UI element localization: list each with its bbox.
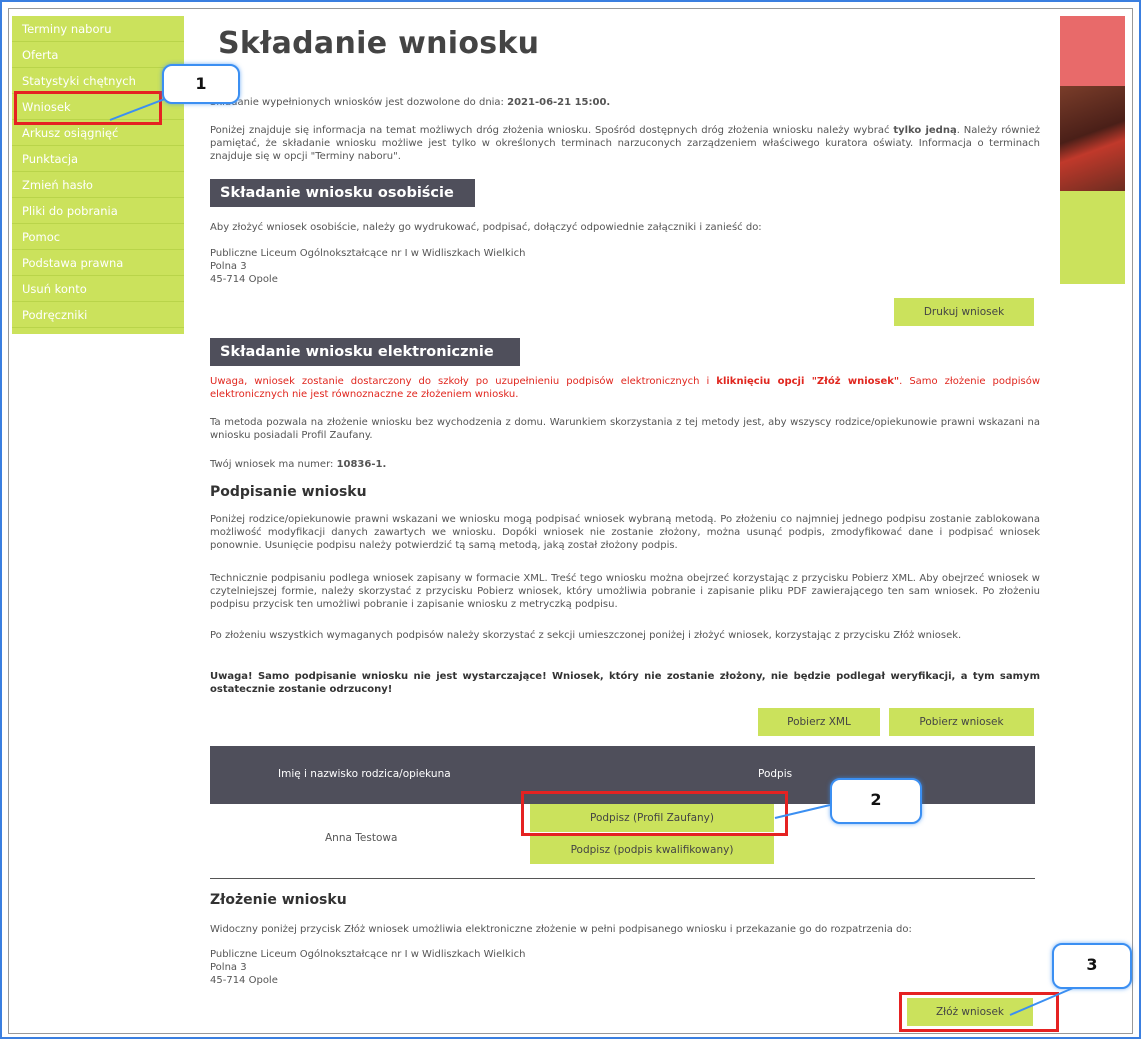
highlight-box-sign <box>521 791 788 836</box>
electronic-warning: Uwaga, wniosek zostanie dostarczony do s… <box>210 375 1040 401</box>
sidebar-item-usun-konto[interactable]: Usuń konto <box>12 276 184 302</box>
signing-warning: Uwaga! Samo podpisanie wniosku nie jest … <box>210 671 1040 695</box>
application-number: Twój wniosek ma numer: 10836-1. <box>210 458 386 471</box>
intro-bold: tylko jedną <box>893 125 957 136</box>
sidebar-item-pomoc[interactable]: Pomoc <box>12 224 184 250</box>
personal-section-heading: Składanie wniosku osobiście <box>210 179 475 207</box>
column-header-signature: Podpis <box>758 768 793 780</box>
sidebar-nav: Terminy naboru Oferta Statystyki chętnyc… <box>12 16 184 334</box>
submit-text: Widoczny poniżej przycisk Złóż wniosek u… <box>210 924 912 935</box>
highlight-box-wniosek <box>14 91 162 125</box>
personal-school: Publiczne Liceum Ogólnokształcące nr I w… <box>210 248 526 259</box>
personal-text: Aby złożyć wniosek osobiście, należy go … <box>210 222 762 233</box>
method-text: Ta metoda pozwala na złożenie wniosku be… <box>210 417 1040 441</box>
header-photo <box>1060 86 1125 191</box>
page-title: Składanie wniosku <box>218 26 540 61</box>
annotation-callout-3: 3 <box>1052 943 1132 989</box>
electronic-section-heading: Składanie wniosku elektronicznie <box>210 338 520 366</box>
sidebar-item-oferta[interactable]: Oferta <box>12 42 184 68</box>
deadline-text: Składanie wypełnionych wniosków jest doz… <box>210 96 1040 109</box>
section-divider <box>210 878 1035 879</box>
signing-paragraph-3: Po złożeniu wszystkich wymaganych podpis… <box>210 630 962 641</box>
sidebar-item-zmien-haslo[interactable]: Zmień hasło <box>12 172 184 198</box>
submit-school: Publiczne Liceum Ogólnokształcące nr I w… <box>210 949 526 960</box>
signer-name: Anna Testowa <box>325 832 398 844</box>
number-label: Twój wniosek ma numer: <box>210 459 334 470</box>
signing-paragraph-2: Technicznie podpisaniu podlega wniosek z… <box>210 573 1040 610</box>
warning-bold: kliknięciu opcji "Złóż wniosek" <box>716 376 900 387</box>
print-application-button[interactable]: Drukuj wniosek <box>894 298 1034 326</box>
signing-heading: Podpisanie wniosku <box>210 484 367 500</box>
header-decoration-green <box>1060 191 1125 284</box>
annotation-callout-1: 1 <box>162 64 240 104</box>
sidebar-item-pliki[interactable]: Pliki do pobrania <box>12 198 184 224</box>
download-xml-button[interactable]: Pobierz XML <box>758 708 880 736</box>
intro-part-1: Poniżej znajduje się informacja na temat… <box>210 125 890 136</box>
personal-city: 45-714 Opole <box>210 274 278 285</box>
sidebar-item-podstawa[interactable]: Podstawa prawna <box>12 250 184 276</box>
annotation-callout-2: 2 <box>830 778 922 824</box>
signing-paragraph-1: Poniżej rodzice/opiekunowie prawni wskaz… <box>210 514 1040 551</box>
deadline-label: Składanie wypełnionych wniosków jest doz… <box>210 97 504 108</box>
sign-qualified-button[interactable]: Podpisz (podpis kwalifikowany) <box>530 836 774 864</box>
sidebar-item-terminy[interactable]: Terminy naboru <box>12 16 184 42</box>
sidebar-item-podreczniki[interactable]: Podręczniki <box>12 302 184 328</box>
personal-street: Polna 3 <box>210 261 247 272</box>
warning-part-1: Uwaga, wniosek zostanie dostarczony do s… <box>210 376 710 387</box>
submit-city: 45-714 Opole <box>210 975 278 986</box>
column-header-name: Imię i nazwisko rodzica/opiekuna <box>278 768 451 780</box>
submit-street: Polna 3 <box>210 962 247 973</box>
highlight-box-submit <box>899 992 1059 1032</box>
download-application-button[interactable]: Pobierz wniosek <box>889 708 1034 736</box>
deadline-value: 2021-06-21 15:00. <box>507 97 611 108</box>
intro-text: Poniżej znajduje się informacja na temat… <box>210 124 1040 163</box>
header-decoration-red <box>1060 16 1125 86</box>
sidebar-item-punktacja[interactable]: Punktacja <box>12 146 184 172</box>
number-value: 10836-1. <box>336 459 387 470</box>
submit-heading: Złożenie wniosku <box>210 892 347 908</box>
